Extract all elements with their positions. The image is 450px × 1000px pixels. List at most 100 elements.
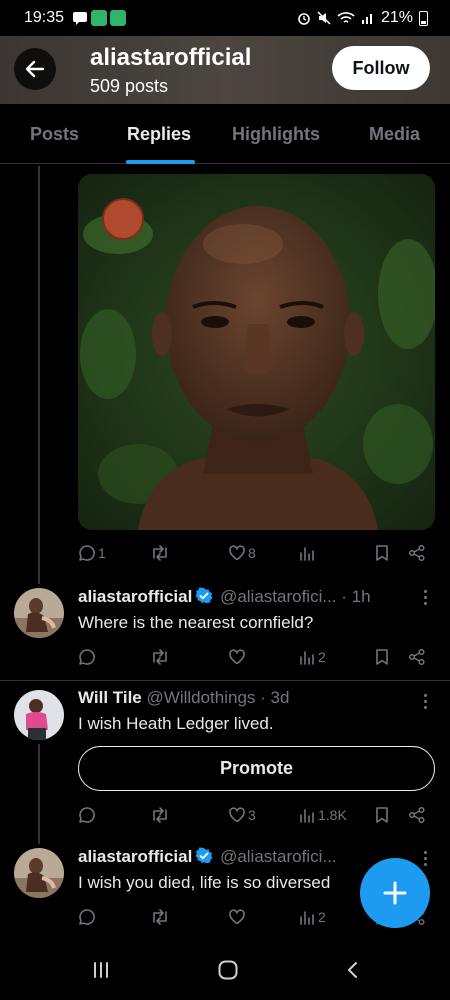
tweet-actions: 3 1.8K [78,803,435,827]
follow-button[interactable]: Follow [332,46,430,90]
view-count: 1.8K [318,807,347,823]
battery-percent: 21% [380,9,413,26]
share-button[interactable] [408,541,426,565]
reply-icon [79,649,95,665]
like-icon [229,807,245,823]
avatar[interactable] [14,848,64,898]
mute-icon [317,11,331,25]
bookmark-icon [376,649,388,665]
like-icon [229,909,245,925]
retweet-icon [153,649,167,665]
retweet-icon [153,807,167,823]
thread-line [38,166,40,584]
app-notification-icon-2 [110,10,127,26]
reply-button[interactable] [78,803,96,827]
tab-media[interactable]: Media [369,124,420,145]
chat-notification-icon [73,12,88,25]
tab-highlights[interactable]: Highlights [232,124,320,145]
back-nav-button[interactable] [342,958,364,982]
verified-badge-icon [195,847,213,864]
views-button[interactable]: 2 [298,905,326,929]
battery-icon [419,10,428,26]
home-icon [218,960,238,980]
active-tab-indicator [126,160,195,164]
app-notification-icon [91,10,108,26]
retweet-icon [153,909,167,925]
views-button[interactable]: 1.8K [298,803,347,827]
tweet-text: I wish you died, life is so diversed [78,873,331,892]
compose-button[interactable] [360,858,430,928]
retweet-icon [153,545,167,561]
author-name[interactable]: aliastarofficial [78,587,192,606]
reply-count: 1 [98,545,106,561]
reply-button[interactable]: 1 [78,541,106,565]
wifi-icon [337,12,355,23]
tweet-time: · 3d [260,688,290,707]
views-icon [300,911,314,925]
share-button[interactable] [408,645,426,669]
verified-badge-icon [195,587,213,604]
retweet-button[interactable] [150,905,170,929]
bookmark-button[interactable] [374,645,390,669]
tweet-time: · 1h [341,587,371,606]
avatar-image [14,588,64,638]
like-button[interactable]: 3 [228,803,256,827]
portrait-photo [78,174,435,530]
reply-button[interactable] [78,905,96,929]
reply-icon [79,909,95,925]
bookmark-button[interactable] [374,803,390,827]
views-button[interactable]: 2 [298,645,326,669]
post-image[interactable] [78,174,435,530]
retweet-button[interactable] [150,541,170,565]
author-name[interactable]: Will Tile [78,688,142,707]
reply-button[interactable] [78,645,96,669]
tab-replies[interactable]: Replies [127,124,191,145]
author-handle[interactable]: @Willdothings [147,688,256,707]
more-button[interactable] [422,694,428,709]
like-icon [229,545,245,561]
tweet-header: Will Tile @Willdothings · 3d [78,688,398,708]
more-button[interactable] [422,590,428,605]
like-icon [229,649,245,665]
tab-posts[interactable]: Posts [30,124,79,145]
views-icon [300,809,314,823]
share-button[interactable] [408,803,426,827]
author-handle[interactable]: @aliastarofici... [220,847,336,866]
bookmark-icon [376,545,388,561]
alarm-icon [298,13,310,25]
divider [0,680,450,681]
status-time: 19:35 [24,9,65,26]
signal-icon [361,14,372,24]
profile-name: aliastarofficial [90,44,252,71]
promote-button[interactable]: Promote [78,746,435,791]
more-icon [423,590,427,593]
retweet-button[interactable] [150,803,170,827]
plus-icon [383,881,407,905]
like-button[interactable] [228,905,246,929]
retweet-button[interactable] [150,645,170,669]
post-count: 509 posts [90,76,169,96]
views-button[interactable] [298,541,316,565]
author-handle[interactable]: @aliastarofici... [220,587,336,606]
more-icon [423,851,427,854]
back-button[interactable] [14,48,56,90]
view-count: 2 [318,649,326,665]
profile-header: aliastarofficial 509 posts Follow [0,36,450,104]
views-icon [300,547,314,561]
reply-icon [79,807,95,823]
author-name[interactable]: aliastarofficial [78,847,192,866]
recent-apps-button[interactable] [88,958,114,982]
bookmark-button[interactable] [374,541,390,565]
avatar[interactable] [14,588,64,638]
like-button[interactable]: 8 [228,541,256,565]
more-button[interactable] [422,851,428,866]
avatar-image [14,690,64,740]
system-nav-bar [0,940,450,1000]
like-count: 8 [248,545,256,561]
like-button[interactable] [228,645,246,669]
avatar[interactable] [14,690,64,740]
back-arrow-icon [25,60,45,78]
home-button[interactable] [215,958,241,982]
like-count: 3 [248,807,256,823]
more-icon [423,694,427,697]
